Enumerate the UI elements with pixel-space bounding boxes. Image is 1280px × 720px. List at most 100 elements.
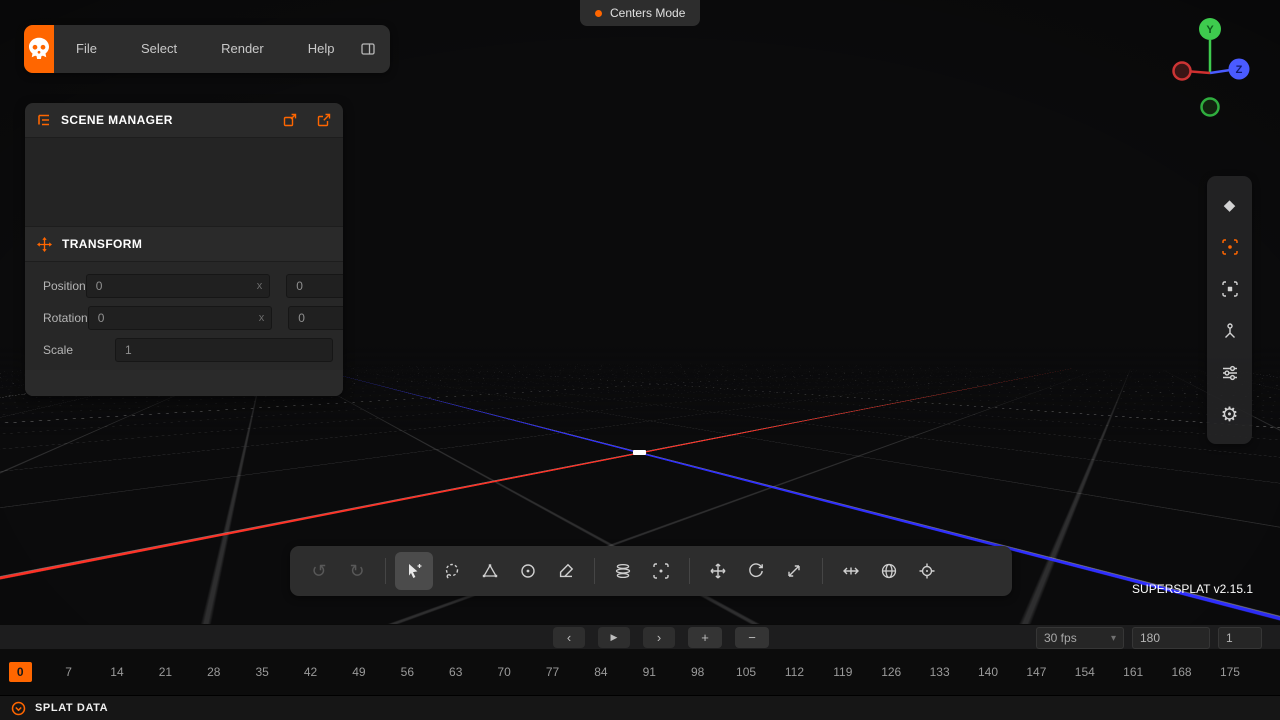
rotate-tool-button[interactable] xyxy=(737,552,775,590)
scale-label: Scale xyxy=(35,343,115,357)
timeline-tick[interactable]: 133 xyxy=(915,658,963,686)
brush-select-button[interactable] xyxy=(547,552,585,590)
redo-button[interactable]: ↻ xyxy=(338,552,376,590)
move-tool-button[interactable] xyxy=(699,552,737,590)
timeline-ruler[interactable]: 0 7 14 21 28 35 42 49 56 63 70 77 84 91 … xyxy=(0,649,1280,695)
timeline-tick[interactable]: 42 xyxy=(286,658,334,686)
timeline-tick[interactable]: 84 xyxy=(577,658,625,686)
chevron-down-icon: ▾ xyxy=(1111,633,1116,644)
timeline-tick[interactable]: 140 xyxy=(964,658,1012,686)
panel-toggle-button[interactable] xyxy=(360,41,376,57)
supersplat-logo[interactable] xyxy=(24,25,54,73)
picker-select-button[interactable] xyxy=(395,552,433,590)
gizmo-z-label: Z xyxy=(1236,64,1243,76)
scale-icon xyxy=(785,562,803,580)
centers-mode-button[interactable] xyxy=(1213,230,1247,264)
lasso-icon xyxy=(443,562,461,580)
timeline-tick[interactable]: 168 xyxy=(1157,658,1205,686)
timeline-tick[interactable]: 154 xyxy=(1061,658,1109,686)
gizmo-settings-button[interactable] xyxy=(908,552,946,590)
scale-input[interactable] xyxy=(123,342,325,358)
add-key-button[interactable]: + xyxy=(688,627,722,648)
import-scene-icon[interactable] xyxy=(283,113,297,127)
position-x-input[interactable] xyxy=(94,278,253,294)
play-icon: ▶ xyxy=(611,632,618,643)
rotation-y-input[interactable] xyxy=(296,310,343,326)
rotation-x-field[interactable]: x xyxy=(88,306,273,330)
prev-icon: ‹ xyxy=(567,630,571,645)
menu-select[interactable]: Select xyxy=(119,25,199,73)
mode-label: Centers Mode xyxy=(610,6,685,20)
timeline-tick[interactable]: 21 xyxy=(141,658,189,686)
timeline-tick[interactable]: 14 xyxy=(93,658,141,686)
eraser-icon xyxy=(557,562,575,580)
timeline-tick[interactable]: 175 xyxy=(1206,658,1254,686)
transform-header: TRANSFORM xyxy=(25,227,343,261)
position-y-input[interactable] xyxy=(294,278,343,294)
prev-frame-button[interactable]: ‹ xyxy=(553,627,585,648)
scale-tool-button[interactable] xyxy=(775,552,813,590)
world-space-button[interactable] xyxy=(870,552,908,590)
timeline-tick-current[interactable]: 0 xyxy=(0,658,44,686)
total-frames-input[interactable] xyxy=(1132,627,1210,649)
rotation-y-field[interactable]: y xyxy=(288,306,343,330)
settings-button[interactable]: ⚙ xyxy=(1213,398,1247,432)
timeline-tick[interactable]: 49 xyxy=(335,658,383,686)
horizontal-arrows-icon xyxy=(842,562,860,580)
timeline-tick[interactable]: 105 xyxy=(722,658,770,686)
current-frame-input[interactable] xyxy=(1218,627,1262,649)
scale-field[interactable] xyxy=(115,338,333,362)
toolbar-divider xyxy=(385,558,386,584)
pivot-translate-button[interactable] xyxy=(832,552,870,590)
timeline-tick[interactable]: 126 xyxy=(867,658,915,686)
splat-rings-button[interactable] xyxy=(604,552,642,590)
crop-box-button[interactable] xyxy=(642,552,680,590)
timeline-tick[interactable]: 56 xyxy=(383,658,431,686)
menu-render[interactable]: Render xyxy=(199,25,286,73)
undo-button[interactable]: ↺ xyxy=(300,552,338,590)
frame-selection-button[interactable] xyxy=(1213,272,1247,306)
view-axis-gizmo[interactable]: Y Z xyxy=(1145,8,1275,128)
next-frame-button[interactable]: › xyxy=(643,627,675,648)
position-x-field[interactable]: x xyxy=(86,274,271,298)
fps-value: 30 fps xyxy=(1044,631,1077,645)
lasso-select-button[interactable] xyxy=(433,552,471,590)
splat-data-bar[interactable]: SPLAT DATA xyxy=(0,695,1280,720)
splats-mode-button[interactable]: ◆ xyxy=(1213,188,1247,222)
timeline-tick[interactable]: 147 xyxy=(1012,658,1060,686)
remove-key-button[interactable]: − xyxy=(735,627,769,648)
timeline-tick[interactable]: 91 xyxy=(625,658,673,686)
scene-list-empty[interactable] xyxy=(25,137,343,227)
view-options-button[interactable] xyxy=(1213,356,1247,390)
sphere-select-button[interactable] xyxy=(509,552,547,590)
fps-select[interactable]: 30 fps ▾ xyxy=(1036,627,1124,649)
right-toolbar: ◆ ⚙ xyxy=(1207,176,1252,444)
timeline-tick[interactable]: 63 xyxy=(432,658,480,686)
origin-tool-button[interactable] xyxy=(1213,314,1247,348)
timeline-tick[interactable]: 70 xyxy=(480,658,528,686)
menu-file[interactable]: File xyxy=(54,25,119,73)
timeline-tick[interactable]: 7 xyxy=(44,658,92,686)
play-button[interactable]: ▶ xyxy=(598,627,630,648)
timeline-ticks: 0 7 14 21 28 35 42 49 56 63 70 77 84 91 … xyxy=(0,658,1254,686)
timeline-tick[interactable]: 77 xyxy=(528,658,576,686)
splat-data-title: SPLAT DATA xyxy=(35,702,108,714)
mode-badge[interactable]: Centers Mode xyxy=(580,0,700,26)
supersplat-app: File Select Render Help Centers Mode Y Z xyxy=(0,0,1280,720)
rotation-row: Rotation x y z xyxy=(33,302,335,334)
polygon-select-button[interactable] xyxy=(471,552,509,590)
open-external-icon[interactable] xyxy=(317,113,331,127)
timeline-tick[interactable]: 28 xyxy=(190,658,238,686)
scale-row: Scale xyxy=(33,334,335,366)
timeline-tick[interactable]: 35 xyxy=(238,658,286,686)
timeline-tick[interactable]: 112 xyxy=(770,658,818,686)
timeline-tick[interactable]: 119 xyxy=(819,658,867,686)
playback-controls: ‹ ▶ › + − xyxy=(553,627,769,648)
position-y-field[interactable]: y xyxy=(286,274,343,298)
centers-icon xyxy=(1221,238,1239,256)
menu-help[interactable]: Help xyxy=(286,25,357,73)
rotation-x-input[interactable] xyxy=(96,310,255,326)
timeline-tick[interactable]: 161 xyxy=(1109,658,1157,686)
mode-dot-icon xyxy=(595,10,602,17)
timeline-tick[interactable]: 98 xyxy=(673,658,721,686)
